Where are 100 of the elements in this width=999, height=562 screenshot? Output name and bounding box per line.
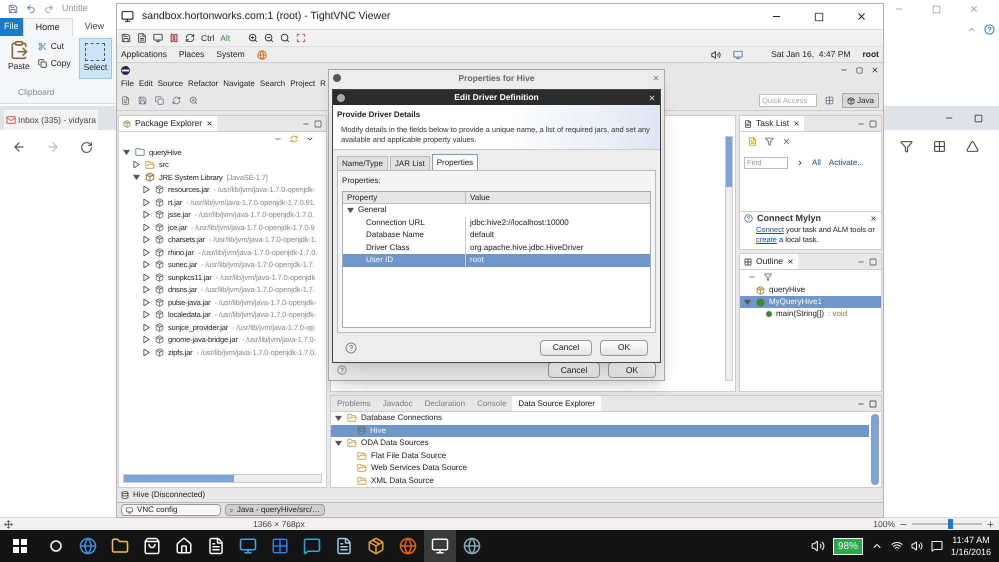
date[interactable]: 1/16/2016: [950, 546, 991, 558]
table-row[interactable]: Database Name default: [343, 229, 650, 242]
save-icon[interactable]: [8, 4, 18, 14]
tree-item[interactable]: Flat File Data Source: [331, 450, 869, 462]
shape-icon[interactable]: [966, 140, 979, 153]
filter-icon[interactable]: [765, 136, 774, 146]
panel-tab[interactable]: Console: [471, 396, 512, 411]
collapsed-arrow-icon[interactable]: [143, 198, 150, 206]
ribbon-tab[interactable]: Home: [22, 18, 73, 36]
panel-menu[interactable]: Applications: [121, 48, 167, 61]
tree-item[interactable]: Database Connections: [331, 412, 869, 424]
tree-item[interactable]: main(String[]) : void: [740, 308, 881, 320]
notification-icon[interactable]: [930, 540, 943, 552]
close-icon[interactable]: [871, 66, 879, 74]
clock[interactable]: 11:47 AM: [952, 534, 990, 546]
help-icon[interactable]: [337, 365, 347, 375]
collapsed-arrow-icon[interactable]: [133, 161, 140, 168]
collapsed-arrow-icon[interactable]: [143, 236, 150, 244]
maximize-icon[interactable]: [856, 66, 863, 74]
panel-tab[interactable]: Outline: [740, 254, 798, 269]
dialog-button[interactable]: OK: [608, 362, 656, 378]
delete-icon[interactable]: [782, 136, 791, 146]
menu-item[interactable]: File: [121, 78, 134, 90]
copy-button[interactable]: Copy: [38, 56, 71, 70]
zoom-in-icon[interactable]: [248, 33, 258, 43]
table-row[interactable]: Connection URL jdbc:hive2://localhost:10000: [343, 216, 650, 229]
pause-icon[interactable]: [169, 33, 179, 43]
dialog-button[interactable]: Cancel: [540, 340, 592, 356]
zoom-out-icon[interactable]: [264, 33, 274, 43]
grid-icon[interactable]: [933, 140, 946, 153]
expanded-arrow-icon[interactable]: [347, 206, 354, 214]
menu-item[interactable]: Refactor: [188, 78, 218, 90]
tree-item[interactable]: XML Data Source: [331, 474, 869, 487]
browser-icon[interactable]: [256, 50, 267, 60]
maximize-icon[interactable]: [814, 12, 824, 22]
column-header[interactable]: Property: [343, 192, 466, 203]
collapsed-arrow-icon[interactable]: [143, 286, 150, 294]
collapsed-arrow-icon[interactable]: [143, 298, 150, 306]
tree-item[interactable]: Web Services Data Source: [331, 462, 869, 474]
tree-item[interactable]: queryHive: [740, 284, 881, 296]
panel-tab[interactable]: Data Source Explorer: [512, 396, 601, 411]
expanded-arrow-icon[interactable]: [123, 148, 130, 156]
volume-icon[interactable]: [711, 50, 722, 60]
panel-menu[interactable]: System: [216, 48, 245, 61]
menu-item[interactable]: Source: [158, 78, 184, 90]
window-button[interactable]: Java - queryHive/src/…: [225, 504, 325, 516]
collapse-icon[interactable]: [967, 25, 976, 34]
view-menu-icon[interactable]: [306, 135, 314, 143]
refresh-icon[interactable]: [185, 33, 195, 43]
horizontal-scrollbar[interactable]: [123, 474, 322, 483]
panel-tab[interactable]: Javadoc: [376, 396, 419, 411]
zoom-fit-icon[interactable]: [280, 33, 290, 43]
vertical-scrollbar[interactable]: [871, 414, 879, 485]
dialog-tab[interactable]: Properties: [432, 154, 478, 170]
filter-icon[interactable]: [900, 140, 913, 153]
panel-tab[interactable]: Package Explorer: [119, 116, 218, 131]
menu-item[interactable]: Navigate: [223, 78, 255, 90]
copy-icon[interactable]: [155, 96, 164, 105]
monitor-icon[interactable]: [153, 33, 163, 43]
tree-item[interactable]: ODA Data Sources: [331, 437, 869, 450]
reload-icon[interactable]: [80, 140, 93, 154]
collapsed-arrow-icon[interactable]: [143, 324, 150, 331]
fullscreen-icon[interactable]: [296, 33, 306, 43]
panel-tab[interactable]: Problems: [331, 396, 377, 411]
close-icon[interactable]: [856, 11, 867, 22]
menu-item[interactable]: Edit: [138, 78, 153, 90]
collapsed-arrow-icon[interactable]: [143, 336, 150, 344]
help-icon[interactable]: [984, 24, 995, 35]
undo-icon[interactable]: [26, 4, 36, 14]
expanded-arrow-icon[interactable]: [335, 440, 342, 447]
close-icon[interactable]: [870, 214, 877, 222]
window-button[interactable]: VNC config: [121, 504, 221, 516]
windows-logo-icon[interactable]: [13, 539, 27, 553]
key-button[interactable]: Ctrl: [201, 32, 214, 44]
document-icon[interactable]: [137, 33, 147, 43]
expanded-arrow-icon[interactable]: [335, 414, 342, 422]
back-icon[interactable]: [12, 140, 26, 154]
taskbar-active-app[interactable]: [424, 530, 456, 562]
collapsed-arrow-icon[interactable]: [143, 248, 150, 256]
collapsed-arrow-icon[interactable]: [143, 274, 150, 281]
volume-icon[interactable]: [910, 540, 923, 552]
panel-tab[interactable]: Task List: [740, 116, 804, 131]
collapsed-arrow-icon[interactable]: [143, 211, 150, 218]
menu-item[interactable]: R: [320, 78, 326, 90]
zoom-slider[interactable]: [912, 519, 982, 529]
select-button[interactable]: Select: [78, 38, 112, 79]
paste-button[interactable]: Paste: [8, 40, 30, 73]
all-link[interactable]: All: [812, 157, 821, 169]
slider-thumb[interactable]: [948, 519, 954, 529]
panel-tab[interactable]: Declaration: [418, 396, 472, 411]
redo-icon[interactable]: [44, 4, 54, 14]
new-file-icon[interactable]: [121, 96, 130, 105]
collapsed-arrow-icon[interactable]: [143, 224, 150, 231]
activate-link[interactable]: Activate...: [828, 157, 864, 169]
dialog-button[interactable]: OK: [600, 340, 648, 356]
filter-icon[interactable]: [764, 273, 772, 281]
collapsed-arrow-icon[interactable]: [143, 261, 150, 268]
panel-menu[interactable]: Places: [178, 48, 204, 61]
perspective-button[interactable]: Java: [842, 93, 879, 108]
help-icon[interactable]: [345, 342, 357, 354]
